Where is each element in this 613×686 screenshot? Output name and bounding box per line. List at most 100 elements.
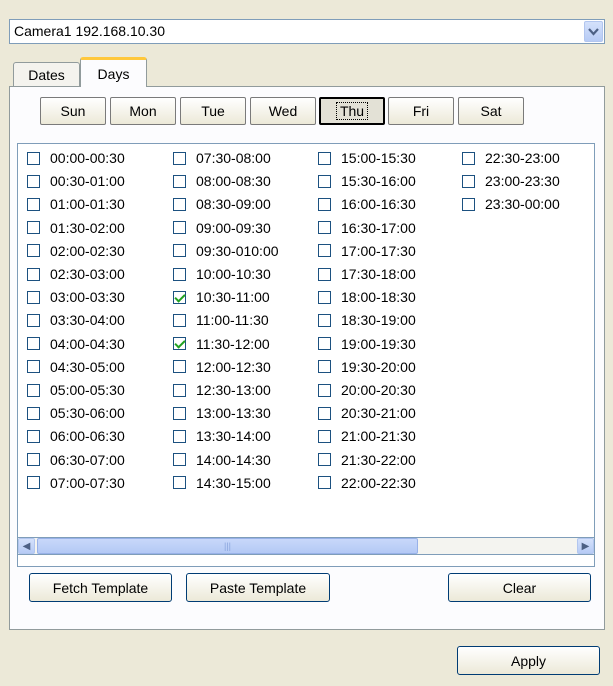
checkbox[interactable] xyxy=(462,174,475,188)
time-slot[interactable]: 01:30-02:00 xyxy=(27,219,125,237)
time-slot[interactable]: 15:30-16:00 xyxy=(318,172,416,190)
time-slot[interactable]: 17:30-18:00 xyxy=(318,265,416,283)
checkbox[interactable] xyxy=(27,267,40,281)
weekday-button-wed[interactable]: Wed xyxy=(250,97,316,125)
time-slot[interactable]: 05:30-06:00 xyxy=(27,404,125,422)
checkbox[interactable] xyxy=(318,476,331,490)
checkbox[interactable] xyxy=(318,221,331,235)
checkbox-checked[interactable] xyxy=(173,337,186,351)
time-slot[interactable]: 08:00-08:30 xyxy=(173,172,271,190)
checkbox[interactable] xyxy=(173,313,186,327)
time-slot[interactable]: 23:00-23:30 xyxy=(462,172,560,190)
time-slot[interactable]: 01:00-01:30 xyxy=(27,195,125,213)
time-slot[interactable]: 13:00-13:30 xyxy=(173,404,271,422)
checkbox[interactable] xyxy=(173,221,186,235)
weekday-button-tue[interactable]: Tue xyxy=(180,97,246,125)
time-slot[interactable]: 20:00-20:30 xyxy=(318,381,416,399)
checkbox[interactable] xyxy=(173,383,186,397)
checkbox[interactable] xyxy=(318,174,331,188)
checkbox[interactable] xyxy=(27,453,40,467)
time-slot[interactable]: 21:00-21:30 xyxy=(318,427,416,445)
checkbox[interactable] xyxy=(318,244,331,258)
checkbox[interactable] xyxy=(318,453,331,467)
checkbox[interactable] xyxy=(318,360,331,374)
checkbox[interactable] xyxy=(318,429,331,443)
fetch-template-button[interactable]: Fetch Template xyxy=(29,573,172,602)
time-slot[interactable]: 03:30-04:00 xyxy=(27,311,125,329)
apply-button[interactable]: Apply xyxy=(457,646,600,675)
weekday-button-mon[interactable]: Mon xyxy=(110,97,176,125)
time-slot[interactable]: 17:00-17:30 xyxy=(318,242,416,260)
arrow-left-icon[interactable]: ◀ xyxy=(18,538,35,554)
time-slot[interactable]: 22:00-22:30 xyxy=(318,474,416,492)
time-slot[interactable]: 02:30-03:00 xyxy=(27,265,125,283)
checkbox[interactable] xyxy=(173,406,186,420)
checkbox[interactable] xyxy=(318,290,331,304)
weekday-button-sat[interactable]: Sat xyxy=(458,97,524,125)
time-slot[interactable]: 18:00-18:30 xyxy=(318,288,416,306)
checkbox[interactable] xyxy=(318,313,331,327)
time-slot[interactable]: 00:30-01:00 xyxy=(27,172,125,190)
time-slot[interactable]: 08:30-09:00 xyxy=(173,195,271,213)
time-slot[interactable]: 14:00-14:30 xyxy=(173,451,271,469)
checkbox[interactable] xyxy=(462,197,475,211)
time-slot[interactable]: 19:00-19:30 xyxy=(318,335,416,353)
checkbox[interactable] xyxy=(462,151,475,165)
paste-template-button[interactable]: Paste Template xyxy=(186,573,330,602)
time-slot[interactable]: 03:00-03:30 xyxy=(27,288,125,306)
checkbox[interactable] xyxy=(27,476,40,490)
time-slot[interactable]: 04:30-05:00 xyxy=(27,358,125,376)
checkbox[interactable] xyxy=(173,360,186,374)
checkbox[interactable] xyxy=(173,244,186,258)
time-slot[interactable]: 11:30-12:00 xyxy=(173,335,270,353)
time-slot[interactable]: 02:00-02:30 xyxy=(27,242,125,260)
time-slot[interactable]: 13:30-14:00 xyxy=(173,427,271,445)
chevron-down-icon[interactable] xyxy=(584,21,603,42)
time-slot[interactable]: 06:00-06:30 xyxy=(27,427,125,445)
weekday-button-thu[interactable]: Thu xyxy=(319,97,385,125)
time-slot[interactable]: 14:30-15:00 xyxy=(173,474,271,492)
tab-dates[interactable]: Dates xyxy=(13,62,80,86)
checkbox[interactable] xyxy=(173,267,186,281)
time-slot[interactable]: 20:30-21:00 xyxy=(318,404,416,422)
checkbox[interactable] xyxy=(27,429,40,443)
checkbox[interactable] xyxy=(27,360,40,374)
time-slot[interactable]: 10:30-11:00 xyxy=(173,288,270,306)
time-slot[interactable]: 07:30-08:00 xyxy=(173,149,271,167)
checkbox[interactable] xyxy=(318,383,331,397)
checkbox[interactable] xyxy=(173,197,186,211)
time-slot[interactable]: 11:00-11:30 xyxy=(173,311,269,329)
time-slot[interactable]: 15:00-15:30 xyxy=(318,149,416,167)
time-slot[interactable]: 04:00-04:30 xyxy=(27,335,125,353)
time-slot[interactable]: 06:30-07:00 xyxy=(27,451,125,469)
camera-select[interactable]: Camera1 192.168.10.30 xyxy=(9,19,605,44)
weekday-button-sun[interactable]: Sun xyxy=(40,97,106,125)
checkbox[interactable] xyxy=(27,337,40,351)
checkbox[interactable] xyxy=(27,313,40,327)
checkbox[interactable] xyxy=(318,197,331,211)
checkbox[interactable] xyxy=(318,151,331,165)
checkbox[interactable] xyxy=(27,406,40,420)
time-slot[interactable]: 12:00-12:30 xyxy=(173,358,271,376)
scrollbar-thumb[interactable]: ||| xyxy=(37,538,418,554)
horizontal-scrollbar[interactable]: ◀ ||| ▶ xyxy=(17,537,595,555)
checkbox[interactable] xyxy=(27,221,40,235)
checkbox[interactable] xyxy=(318,267,331,281)
time-slot[interactable]: 22:30-23:00 xyxy=(462,149,560,167)
checkbox[interactable] xyxy=(27,290,40,304)
time-slot[interactable]: 09:30-010:00 xyxy=(173,242,279,260)
checkbox-checked[interactable] xyxy=(173,290,186,304)
time-slot[interactable]: 07:00-07:30 xyxy=(27,474,125,492)
time-slot[interactable]: 12:30-13:00 xyxy=(173,381,271,399)
clear-button[interactable]: Clear xyxy=(448,573,591,602)
checkbox[interactable] xyxy=(27,151,40,165)
time-slot[interactable]: 18:30-19:00 xyxy=(318,311,416,329)
checkbox[interactable] xyxy=(173,429,186,443)
time-slot[interactable]: 16:30-17:00 xyxy=(318,219,416,237)
weekday-button-fri[interactable]: Fri xyxy=(388,97,454,125)
checkbox[interactable] xyxy=(318,406,331,420)
time-slot[interactable]: 05:00-05:30 xyxy=(27,381,125,399)
checkbox[interactable] xyxy=(173,453,186,467)
time-slot[interactable]: 10:00-10:30 xyxy=(173,265,271,283)
checkbox[interactable] xyxy=(27,244,40,258)
